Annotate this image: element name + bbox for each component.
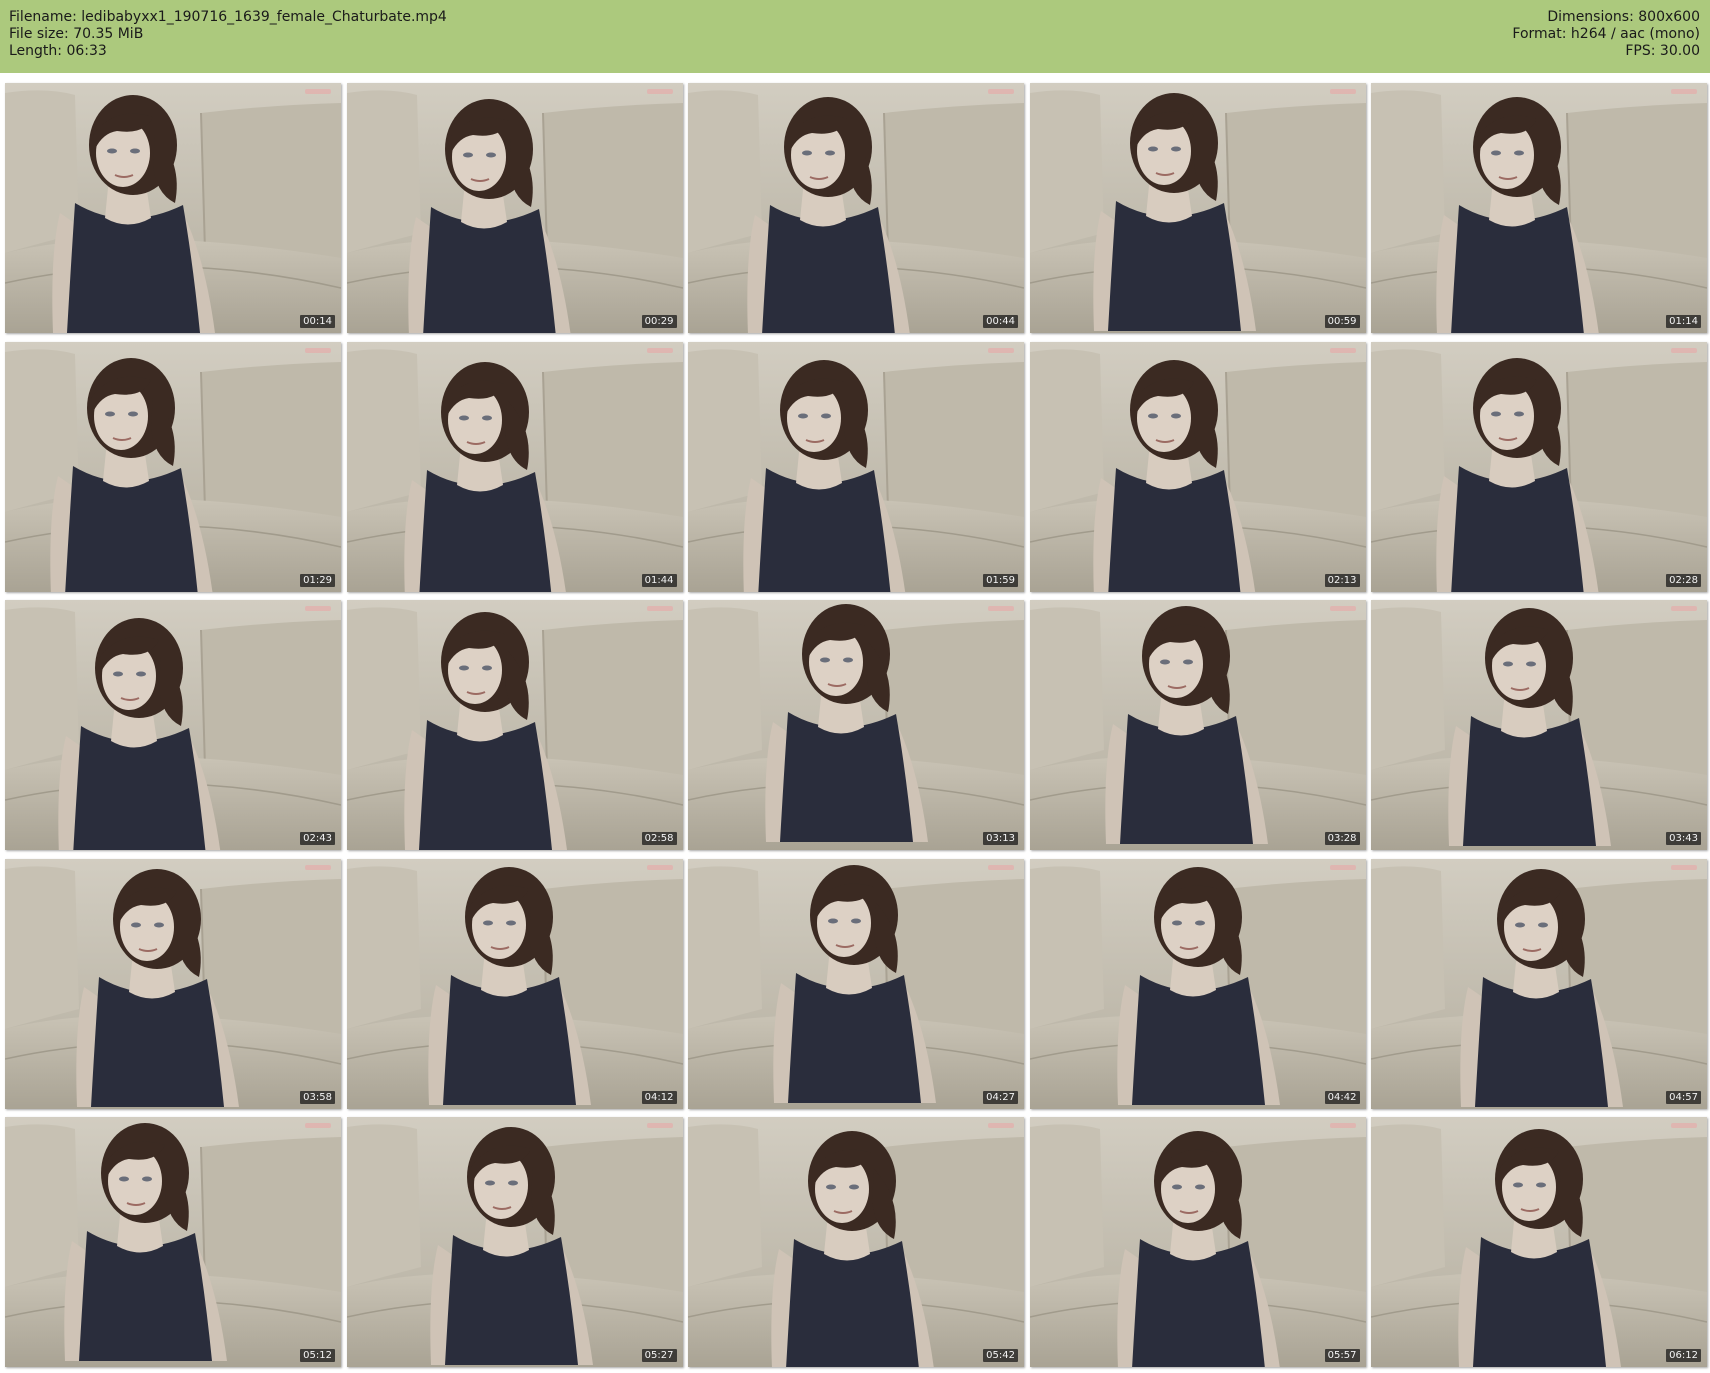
video-thumbnail[interactable]: 05:27 xyxy=(346,1117,683,1367)
video-thumbnail[interactable]: 05:42 xyxy=(688,1117,1024,1367)
frame-illustration xyxy=(1029,600,1366,850)
video-thumbnail[interactable]: 00:14 xyxy=(5,83,341,333)
frame-illustration xyxy=(5,1117,341,1367)
frame-illustration xyxy=(1371,341,1707,592)
thumbnail-timestamp: 03:58 xyxy=(300,1090,335,1104)
video-thumbnail[interactable]: 02:58 xyxy=(346,600,683,850)
info-header: Filename: ledibabyxx1_190716_1639_female… xyxy=(0,0,1710,73)
frame-illustration xyxy=(5,83,341,333)
thumbnail-timestamp: 01:29 xyxy=(300,573,335,587)
thumbnail-timestamp: 05:42 xyxy=(983,1349,1018,1362)
frame-illustration xyxy=(1029,1117,1366,1367)
video-thumbnail[interactable]: 00:44 xyxy=(688,83,1024,333)
frame-illustration xyxy=(346,600,683,850)
frame-illustration xyxy=(688,858,1024,1109)
fps-text: FPS: 30.00 xyxy=(1625,43,1700,59)
frame-illustration xyxy=(346,858,683,1109)
thumbnail-timestamp: 01:14 xyxy=(1666,315,1701,328)
frame-illustration xyxy=(688,341,1024,592)
video-thumbnail[interactable]: 03:13 xyxy=(688,600,1024,850)
frame-illustration xyxy=(346,341,683,592)
thumbnail-timestamp: 04:57 xyxy=(1666,1090,1701,1104)
thumbnail-timestamp: 05:27 xyxy=(641,1349,677,1362)
filename-text: Filename: ledibabyxx1_190716_1639_female… xyxy=(9,9,447,25)
file-info-right: Dimensions: 800x600 Format: h264 / aac (… xyxy=(1512,9,1700,60)
video-thumbnail[interactable]: 00:29 xyxy=(346,83,683,333)
thumbnail-timestamp: 01:59 xyxy=(983,573,1018,587)
frame-illustration xyxy=(688,600,1024,850)
frame-illustration xyxy=(688,1117,1024,1367)
thumbnail-timestamp: 02:58 xyxy=(641,832,677,845)
thumbnail-timestamp: 03:13 xyxy=(983,832,1018,845)
frame-illustration xyxy=(1371,1117,1707,1367)
file-info-left: Filename: ledibabyxx1_190716_1639_female… xyxy=(9,9,447,60)
video-thumbnail[interactable]: 04:12 xyxy=(346,858,683,1109)
frame-illustration xyxy=(688,83,1024,333)
video-thumbnail[interactable]: 01:29 xyxy=(5,341,341,592)
length-text: Length: 06:33 xyxy=(9,43,107,59)
thumbnail-timestamp: 03:28 xyxy=(1324,832,1360,845)
video-thumbnail[interactable]: 03:28 xyxy=(1029,600,1366,850)
thumbnail-grid: 00:14 00:29 00:44 00:59 01:14 01:29 01:44 01:59… xyxy=(5,83,1707,1367)
thumbnail-timestamp: 01:44 xyxy=(641,573,677,587)
frame-illustration xyxy=(1371,600,1707,850)
video-thumbnail[interactable]: 02:28 xyxy=(1371,341,1707,592)
thumbnail-timestamp: 05:57 xyxy=(1324,1349,1360,1362)
thumbnail-timestamp: 03:43 xyxy=(1666,832,1701,845)
video-thumbnail[interactable]: 04:27 xyxy=(688,858,1024,1109)
frame-illustration xyxy=(1029,858,1366,1109)
thumbnail-timestamp: 00:29 xyxy=(641,315,677,328)
frame-illustration xyxy=(346,1117,683,1367)
video-thumbnail[interactable]: 05:12 xyxy=(5,1117,341,1367)
video-thumbnail[interactable]: 02:13 xyxy=(1029,341,1366,592)
thumbnail-timestamp: 04:12 xyxy=(641,1090,677,1104)
video-thumbnail[interactable]: 01:14 xyxy=(1371,83,1707,333)
video-thumbnail[interactable]: 05:57 xyxy=(1029,1117,1366,1367)
frame-illustration xyxy=(1371,858,1707,1109)
video-thumbnail[interactable]: 06:12 xyxy=(1371,1117,1707,1367)
filesize-text: File size: 70.35 MiB xyxy=(9,26,144,42)
dimensions-text: Dimensions: 800x600 xyxy=(1547,9,1700,25)
frame-illustration xyxy=(5,600,341,850)
video-thumbnail[interactable]: 04:57 xyxy=(1371,858,1707,1109)
video-thumbnail[interactable]: 03:58 xyxy=(5,858,341,1109)
video-thumbnail[interactable]: 02:43 xyxy=(5,600,341,850)
video-thumbnail[interactable]: 00:59 xyxy=(1029,83,1366,333)
video-thumbnail[interactable]: 03:43 xyxy=(1371,600,1707,850)
video-thumbnail[interactable]: 01:59 xyxy=(688,341,1024,592)
thumbnail-timestamp: 02:13 xyxy=(1324,573,1360,587)
thumbnail-timestamp: 00:44 xyxy=(983,315,1018,328)
thumbnail-timestamp: 02:43 xyxy=(300,832,335,845)
frame-illustration xyxy=(346,83,683,333)
video-thumbnail[interactable]: 04:42 xyxy=(1029,858,1366,1109)
format-text: Format: h264 / aac (mono) xyxy=(1512,26,1700,42)
video-thumbnail[interactable]: 01:44 xyxy=(346,341,683,592)
frame-illustration xyxy=(1371,83,1707,333)
frame-illustration xyxy=(1029,83,1366,333)
frame-illustration xyxy=(5,858,341,1109)
thumbnail-timestamp: 02:28 xyxy=(1666,573,1701,587)
thumbnail-timestamp: 00:59 xyxy=(1324,315,1360,328)
frame-illustration xyxy=(5,341,341,592)
thumbnail-timestamp: 05:12 xyxy=(300,1349,335,1362)
thumbnail-timestamp: 00:14 xyxy=(300,315,335,328)
thumbnail-timestamp: 04:27 xyxy=(983,1090,1018,1104)
thumbnail-timestamp: 04:42 xyxy=(1324,1090,1360,1104)
thumbnail-timestamp: 06:12 xyxy=(1666,1349,1701,1362)
frame-illustration xyxy=(1029,341,1366,592)
